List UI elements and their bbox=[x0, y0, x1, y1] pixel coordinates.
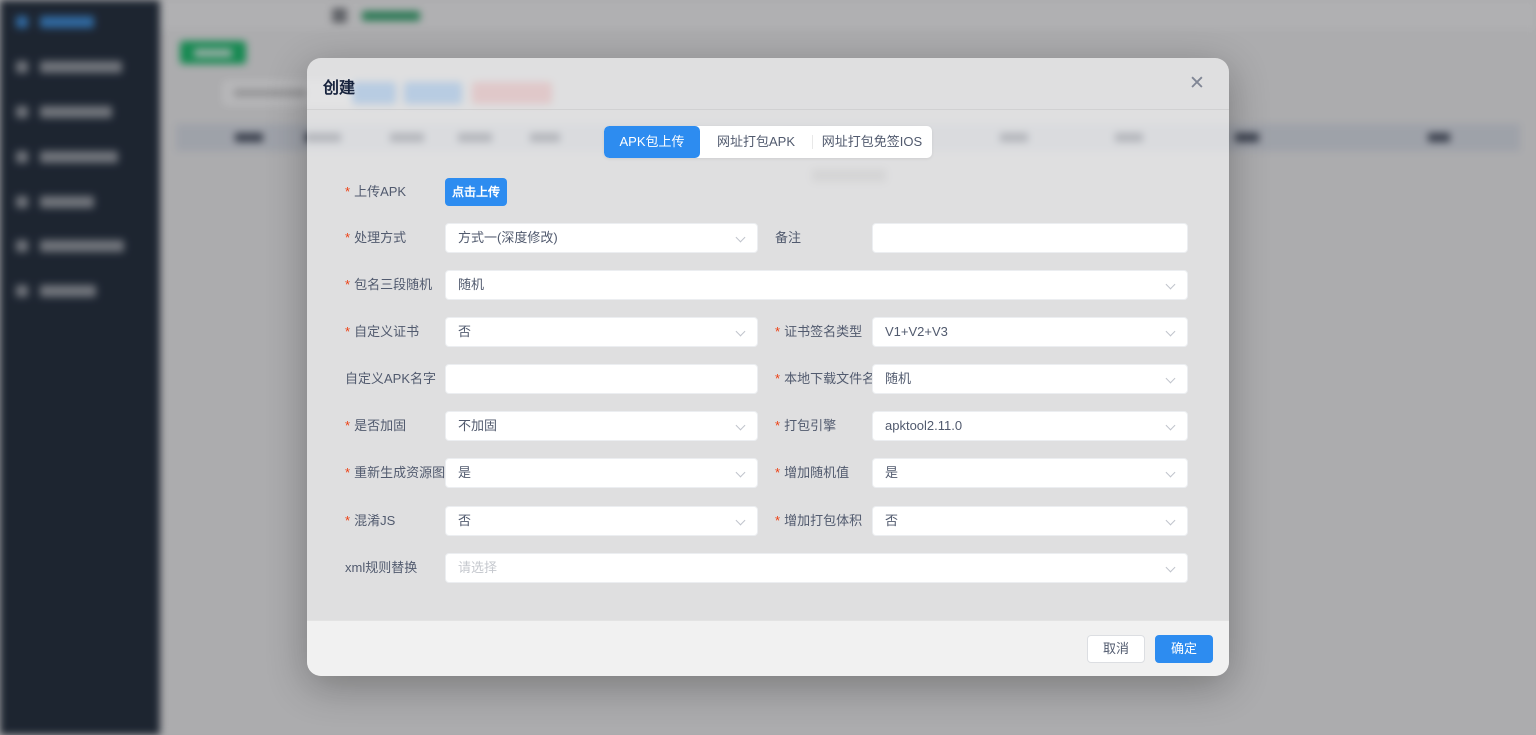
chevron-down-icon bbox=[736, 516, 746, 526]
custom-cert-select[interactable]: 否 bbox=[445, 317, 758, 347]
required-asterisk: * bbox=[345, 465, 350, 480]
confirm-button[interactable]: 确定 bbox=[1155, 635, 1213, 663]
regen-resources-select[interactable]: 是 bbox=[445, 458, 758, 488]
field-label-obfuscate-js: *混淆JS bbox=[345, 506, 445, 536]
chevron-down-icon bbox=[736, 421, 746, 431]
pack-engine-select[interactable]: apktool2.11.0 bbox=[872, 411, 1188, 441]
required-asterisk: * bbox=[775, 418, 780, 433]
upload-apk-button[interactable]: 点击上传 bbox=[445, 178, 507, 206]
chevron-down-icon bbox=[1166, 563, 1176, 573]
field-label-local-filename: *本地下载文件名 bbox=[775, 364, 872, 394]
dialog-title: 创建 bbox=[323, 74, 355, 98]
field-label-xml-rule: xml规则替换 bbox=[345, 553, 445, 583]
dialog-header: 创建 ✕ bbox=[307, 58, 1229, 110]
create-dialog: 创建 ✕ APK包上传 网址打包APK 网址打包免签IOS *上传APK 点击上… bbox=[307, 58, 1229, 676]
field-label-custom-cert: *自定义证书 bbox=[345, 317, 445, 347]
add-random-select[interactable]: 是 bbox=[872, 458, 1188, 488]
tab-apk-upload[interactable]: APK包上传 bbox=[604, 126, 700, 158]
remark-input[interactable] bbox=[872, 223, 1188, 253]
required-asterisk: * bbox=[775, 324, 780, 339]
obfuscate-js-select[interactable]: 否 bbox=[445, 506, 758, 536]
field-label-add-volume: *增加打包体积 bbox=[775, 506, 872, 536]
close-icon[interactable]: ✕ bbox=[1185, 72, 1209, 96]
custom-apk-name-input[interactable] bbox=[445, 364, 758, 394]
field-label-cert-sign-type: *证书签名类型 bbox=[775, 317, 872, 347]
required-asterisk: * bbox=[345, 418, 350, 433]
cert-sign-type-select[interactable]: V1+V2+V3 bbox=[872, 317, 1188, 347]
field-label-custom-apk-name: 自定义APK名字 bbox=[345, 364, 445, 394]
tab-url-pack-ios[interactable]: 网址打包免签IOS bbox=[812, 126, 932, 158]
chevron-down-icon bbox=[1166, 327, 1176, 337]
chevron-down-icon bbox=[736, 233, 746, 243]
required-asterisk: * bbox=[775, 371, 780, 386]
add-volume-select[interactable]: 否 bbox=[872, 506, 1188, 536]
field-label-remark: 备注 bbox=[775, 223, 872, 253]
required-asterisk: * bbox=[345, 184, 350, 199]
required-asterisk: * bbox=[775, 465, 780, 480]
dialog-footer: 取消 确定 bbox=[307, 620, 1229, 676]
field-label-harden: *是否加固 bbox=[345, 411, 445, 441]
required-asterisk: * bbox=[345, 277, 350, 292]
chevron-down-icon bbox=[1166, 374, 1176, 384]
field-label-regen-resources: *重新生成资源图 bbox=[345, 458, 445, 488]
chevron-down-icon bbox=[1166, 421, 1176, 431]
harden-select[interactable]: 不加固 bbox=[445, 411, 758, 441]
required-asterisk: * bbox=[345, 324, 350, 339]
field-label-pack-engine: *打包引擎 bbox=[775, 411, 872, 441]
required-asterisk: * bbox=[775, 513, 780, 528]
chevron-down-icon bbox=[736, 327, 746, 337]
field-label-add-random: *增加随机值 bbox=[775, 458, 872, 488]
field-label-package-random: *包名三段随机 bbox=[345, 270, 445, 300]
chevron-down-icon bbox=[736, 468, 746, 478]
package-random-select[interactable]: 随机 bbox=[445, 270, 1188, 300]
required-asterisk: * bbox=[345, 230, 350, 245]
chevron-down-icon bbox=[1166, 516, 1176, 526]
field-label-process-mode: *处理方式 bbox=[345, 223, 445, 253]
field-label-upload-apk: *上传APK bbox=[345, 177, 445, 207]
upload-mode-tabs: APK包上传 网址打包APK 网址打包免签IOS bbox=[604, 126, 932, 158]
cancel-button[interactable]: 取消 bbox=[1087, 635, 1145, 663]
required-asterisk: * bbox=[345, 513, 350, 528]
chevron-down-icon bbox=[1166, 280, 1176, 290]
local-filename-select[interactable]: 随机 bbox=[872, 364, 1188, 394]
tab-url-pack-apk[interactable]: 网址打包APK bbox=[700, 126, 812, 158]
xml-rule-select[interactable]: 请选择 bbox=[445, 553, 1188, 583]
process-mode-select[interactable]: 方式一(深度修改) bbox=[445, 223, 758, 253]
chevron-down-icon bbox=[1166, 468, 1176, 478]
